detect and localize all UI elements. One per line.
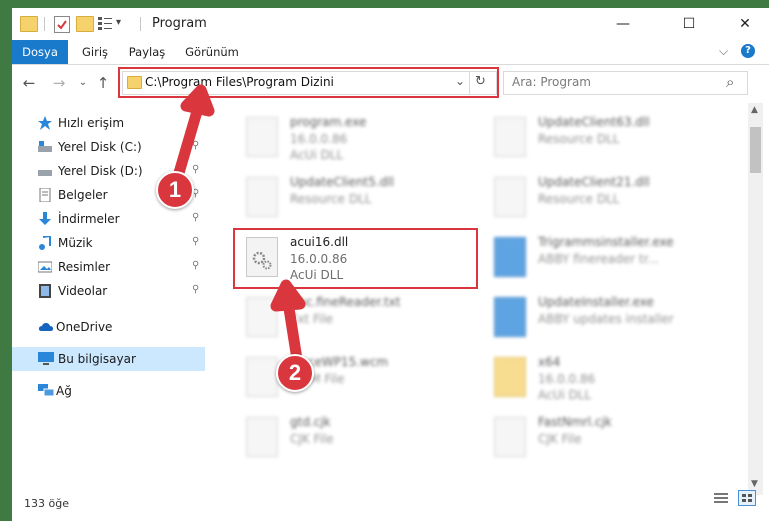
step-badge-2: 2 <box>276 354 314 392</box>
annotation-arrows <box>168 84 306 378</box>
step-badge-1: 1 <box>156 171 194 209</box>
